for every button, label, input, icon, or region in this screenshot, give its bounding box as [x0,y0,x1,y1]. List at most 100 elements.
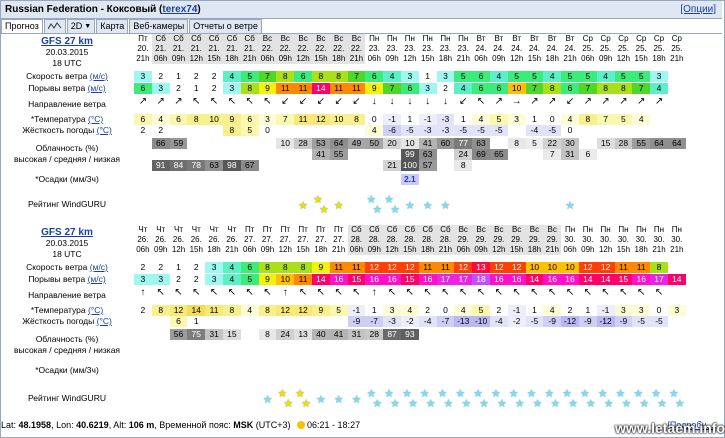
header-date: 26. [208,235,220,244]
cloud-high-cell [187,138,205,149]
cloud-mid-cell: 63 [418,149,437,160]
header-date: 29. [457,235,469,244]
gusts-cell: 14 [667,274,686,285]
wind-speed-cell: 2 [187,71,206,82]
options-link[interactable]: [Опции] [680,4,716,15]
cloud-high-cell: 8 [258,329,277,340]
cloud-high-cell [241,138,259,149]
cloud-mid-cell [187,340,205,351]
tab-forecast[interactable]: Прогноз [1,19,43,33]
spot-title: Russian Federation - Коксовый (terex74) [5,4,201,15]
temperature-cell: 2 [561,305,579,316]
wind-speed-cell: 2 [151,262,170,273]
rating-star-icon: ★ [550,398,561,410]
cloud-high-cell: 15 [596,138,615,149]
model-name-1[interactable]: GFS 27 km [0,36,134,47]
header-hour: 15h [314,54,328,63]
wind-direction-arrow-icon: ↓ [371,96,377,107]
gusts-cell: 7 [383,83,401,94]
tab-map[interactable]: Карта [96,19,129,33]
rating-cell [170,385,188,415]
tab-graph[interactable] [43,19,66,33]
cloud-low-cell [348,160,366,171]
cloud-high-cell: 10 [400,138,419,149]
cloud-mid-cell: 6 [578,149,597,160]
cloud-mid-cell [526,149,544,160]
header-hour: 21h [563,54,577,63]
cloud-high-row: 56 75 31 15 8 24 13 40 41 31 28 87 93 [134,329,686,340]
header-hour: 06h [581,54,595,63]
time-header-cell: Чт 26. 21h [223,225,241,255]
cloud-low-cell [312,351,330,362]
rating-star-icon: ★ [657,398,667,410]
windchill-cell: -4 [418,316,437,327]
cloud-low-cell [241,351,259,362]
rating-star-icon: ★ [496,398,507,410]
gusts-cell: 6 [489,83,508,94]
tab-2d[interactable]: 2D ▼ [66,19,96,33]
cloud-high-cell: 22 [543,138,562,149]
cloud-high-cell [597,329,615,340]
header-day: Вт [476,34,486,43]
wind-direction-arrow-icon: ↓ [389,96,395,107]
cloud-low-cell [437,351,455,362]
cloud-high-cell [419,329,437,340]
rating-star-icon: ★ [461,398,472,410]
cloud-low-cell [401,351,419,362]
tab-reports[interactable]: Отчеты о ветре [189,19,262,33]
cloud-mid-cell [223,149,241,160]
time-header-cell: Сб 21. 15h [205,34,223,64]
label-clouds-2: Облачность (%) [35,334,99,344]
rating-cell [223,191,241,221]
cloud-low-cell [579,160,597,171]
wind-speed-cell: 10 [525,262,544,273]
wind-speed-cell: 12 [400,262,419,273]
header-day: Ср [653,34,665,43]
rating-cell: ★ ★ [365,385,383,415]
header-date: 26. [226,235,238,244]
time-header-row: Пт 20. 21h Сб 21. 06h Сб 21. 09h Сб 21. 12h Сб 21. 15h… [134,34,686,64]
cloud-high-cell: 28 [294,138,312,149]
cloud-high-cell: 28 [614,138,633,149]
gusts-cell: 2 [169,83,188,94]
wind-direction-arrow-icon: ↖ [298,287,308,298]
windchill-cell: 2 [151,125,170,136]
user-link[interactable]: terex74 [162,4,197,15]
temperature-cell: 3 [614,305,633,316]
gusts-cell: 6 [472,83,490,94]
time-header-cell: Пн 23. 06h [365,34,383,64]
temperature-cell: 10 [205,114,223,125]
header-hour: 21h [225,245,239,254]
header-date: 30. [635,235,647,244]
tab-webcams[interactable]: Веб-камеры [129,19,189,33]
header-date: 29. [528,235,540,244]
time-header-cell: Пн 30. 09h [579,225,597,255]
precip-cell [472,174,490,185]
wind-direction-arrow-icon: ↓ [407,96,413,107]
tab-2d-label: 2D [70,21,83,31]
header-hour: 09h [581,245,595,254]
time-header-cell: Вс 22. 15h [311,34,330,64]
cloud-high-cell: 63 [472,138,490,149]
wind-speed-cell: 8 [311,71,330,82]
windchill-cell: 0 [561,125,579,136]
gusts-cell: 16 [632,274,651,285]
windchill-cell: 4 [365,125,384,136]
rating-cell [134,385,152,415]
rating-cell: ★ ★ [615,385,633,415]
windchill-cell: -5 [650,316,668,327]
model-name-2[interactable]: GFS 27 km [0,227,134,238]
cloud-low-cell [330,351,348,362]
wind-direction-arrow-icon: ↖ [227,96,237,107]
header-day: Ср [582,34,593,43]
header-date: 22. [315,44,327,53]
wind-direction-arrow-icon: ↓ [442,96,448,107]
header-date: 26. [137,235,149,244]
header-day: Сб [386,225,398,234]
header-date: 22. [350,44,363,53]
wind-speed-cell: 12 [365,262,384,273]
windchill-cell: -5 [454,125,473,136]
cloud-high-cell: 55 [632,138,651,149]
wind-speed-cell: 4 [489,71,508,82]
cloud-low-cell [330,160,348,171]
